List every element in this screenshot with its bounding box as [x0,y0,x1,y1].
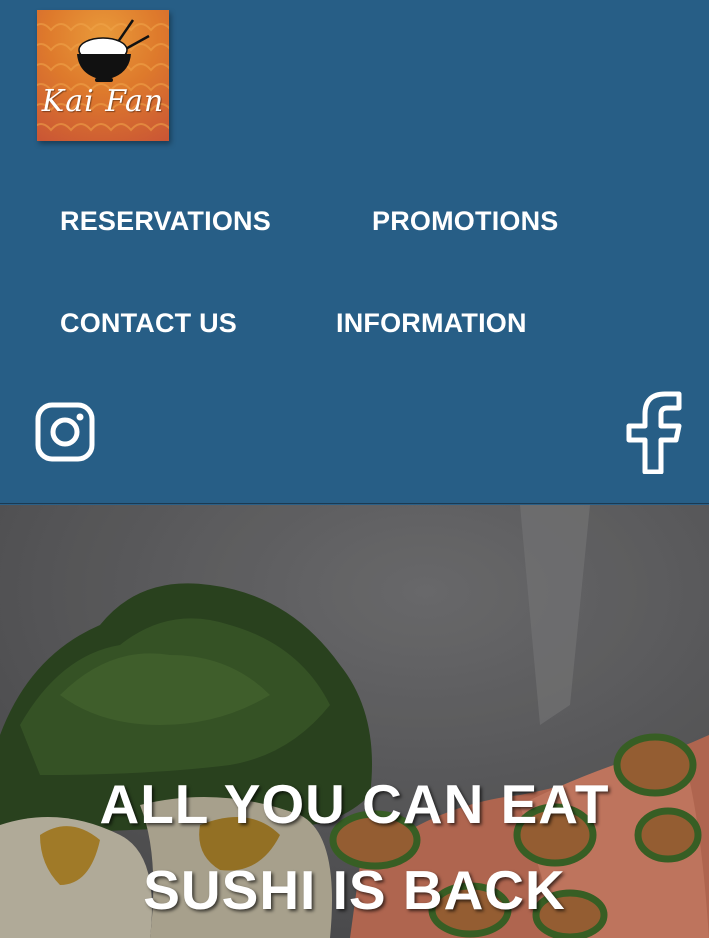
nav-reservations[interactable]: RESERVATIONS [60,206,271,237]
hero-title: ALL YOU CAN EAT SUSHI IS BACK [0,761,709,933]
hero-banner: ALL YOU CAN EAT SUSHI IS BACK [0,505,709,938]
rice-bowl-icon [37,19,169,132]
site-header: Kai Fan RESERVATIONS PROMOTIONS CONTACT … [0,0,709,504]
nav-information[interactable]: INFORMATION [336,308,527,339]
nav-promotions[interactable]: PROMOTIONS [372,206,559,237]
instagram-icon[interactable] [35,402,95,462]
hero-title-line-2: SUSHI IS BACK [143,859,566,921]
hero-title-line-1: ALL YOU CAN EAT [99,773,610,835]
facebook-icon[interactable] [621,390,684,475]
site-logo[interactable]: Kai Fan [37,10,169,141]
nav-contact-us[interactable]: CONTACT US [60,308,237,339]
logo-text: Kai Fan [41,84,165,119]
